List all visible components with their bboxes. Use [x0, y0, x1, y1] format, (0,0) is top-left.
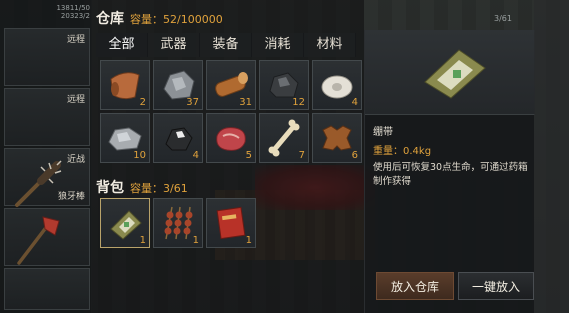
item-preview — [365, 30, 535, 115]
item-name: 绷带 — [373, 127, 393, 138]
warehouse-item[interactable]: 12 — [259, 60, 309, 110]
axe-icon — [17, 216, 60, 265]
store-button[interactable]: 放入仓库 — [376, 272, 454, 300]
backpack-capacity: 容量：3/61 — [130, 182, 188, 195]
item-count: 1 — [139, 235, 146, 246]
tab-all[interactable]: 全部 — [96, 33, 148, 57]
warehouse-grid: 2 37 31 12 4 10 4 5 7 6 — [100, 60, 362, 163]
backpack-item[interactable]: 1 — [206, 198, 256, 248]
item-description: 使用后可恢复30点生命，可通过药箱制作获得 — [373, 162, 528, 187]
slot-label: 远程 — [66, 95, 85, 105]
warehouse-capacity: 容量：52/100000 — [130, 13, 223, 26]
item-weight: 重量：0.4kg — [373, 142, 431, 157]
weapon-slots-panel: 13811/50 20323/2 远程 远程 近战 狼牙棒 — [0, 0, 92, 313]
capacity-label: 容量： — [130, 13, 163, 26]
bandage-icon — [424, 49, 486, 99]
backpack-title-text: 背包 — [96, 180, 124, 196]
capacity-value: 3/61 — [163, 182, 188, 195]
tab-materials[interactable]: 材料 — [304, 33, 356, 57]
item-count: 2 — [139, 97, 146, 108]
warehouse-item[interactable]: 37 — [153, 60, 203, 110]
ranged-slot-2[interactable]: 远程 — [4, 88, 90, 146]
slot-label: 远程 — [66, 35, 85, 45]
info-line-1: 13811/50 — [56, 4, 90, 12]
warehouse-item[interactable]: 4 — [153, 113, 203, 163]
item-count: 7 — [298, 150, 305, 161]
backpack-grid: 1 1 1 — [100, 198, 256, 248]
capacity-label: 容量： — [130, 182, 163, 195]
warehouse-item[interactable]: 6 — [312, 113, 362, 163]
item-count: 1 — [192, 235, 199, 246]
weight-label: 重量： — [373, 146, 403, 157]
tool-slot[interactable] — [4, 208, 90, 266]
item-count: 37 — [186, 97, 199, 108]
warehouse-title: 仓库 容量：52/100000 — [96, 8, 223, 28]
tab-equipment[interactable]: 装备 — [200, 33, 252, 57]
item-count: 12 — [292, 97, 305, 108]
page-indicator: 3/61 — [494, 14, 512, 23]
weight-value: 0.4kg — [403, 146, 432, 157]
item-count: 10 — [133, 150, 146, 161]
backpack-title: 背包 容量：3/61 — [96, 177, 188, 197]
backpack-item[interactable]: 1 — [100, 198, 150, 248]
item-count: 31 — [239, 97, 252, 108]
empty-slot[interactable] — [4, 268, 90, 310]
store-all-button[interactable]: 一键放入 — [458, 272, 534, 300]
item-detail-panel: 绷带 重量：0.4kg 使用后可恢复30点生命，可通过药箱制作获得 — [364, 30, 535, 313]
warehouse-item[interactable]: 31 — [206, 60, 256, 110]
warehouse-item[interactable]: 7 — [259, 113, 309, 163]
ranged-slot-1[interactable]: 远程 — [4, 28, 90, 86]
warehouse-item[interactable]: 4 — [312, 60, 362, 110]
warehouse-item[interactable]: 10 — [100, 113, 150, 163]
item-count: 5 — [245, 150, 252, 161]
info-line-2: 20323/2 — [60, 12, 90, 20]
slot-label: 狼牙棒 — [57, 192, 85, 202]
category-tabs: 全部 武器 装备 消耗 材料 — [96, 33, 364, 57]
warehouse-title-text: 仓库 — [96, 11, 124, 27]
tab-consumables[interactable]: 消耗 — [252, 33, 304, 57]
item-count: 1 — [245, 235, 252, 246]
left-top-info: 13811/50 20323/2 — [4, 4, 90, 28]
backpack-item[interactable]: 1 — [153, 198, 203, 248]
melee-slot[interactable]: 近战 狼牙棒 — [4, 148, 90, 207]
capacity-value: 52/100000 — [163, 13, 223, 26]
item-count: 4 — [192, 150, 199, 161]
item-count: 6 — [351, 150, 358, 161]
warehouse-item[interactable]: 5 — [206, 113, 256, 163]
tab-weapons[interactable]: 武器 — [148, 33, 200, 57]
item-count: 4 — [351, 97, 358, 108]
warehouse-item[interactable]: 2 — [100, 60, 150, 110]
right-edge-hud — [534, 0, 569, 313]
